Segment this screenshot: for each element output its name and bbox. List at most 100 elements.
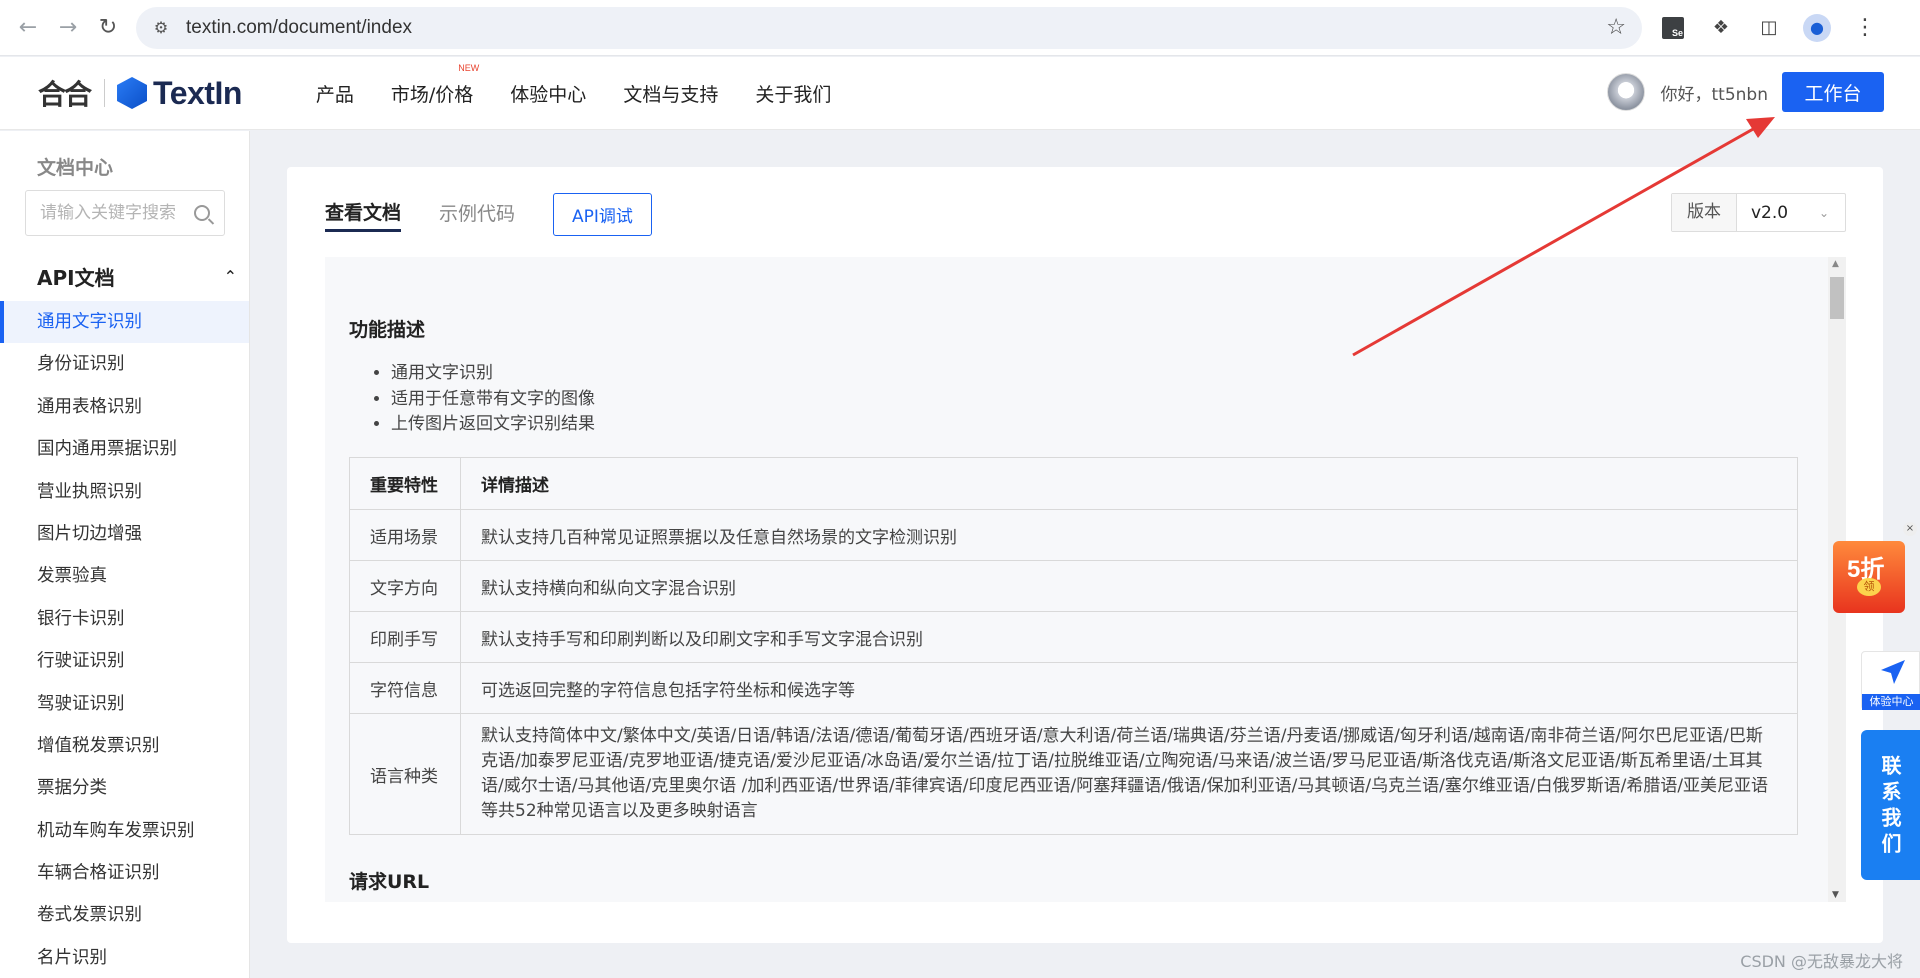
contact-us-label: 联系我们 bbox=[1878, 755, 1902, 859]
nav-item-docs-support[interactable]: 文档与支持 bbox=[623, 80, 718, 107]
discount-promo[interactable]: 5折 领 × bbox=[1833, 522, 1917, 613]
scroll-thumb[interactable] bbox=[1830, 277, 1844, 319]
list-item: 适用于任意带有文字的图像 bbox=[391, 387, 595, 413]
forward-arrow-icon[interactable]: → bbox=[48, 8, 88, 48]
extensions-puzzle-icon[interactable]: ❖ bbox=[1704, 11, 1738, 45]
search-icon[interactable] bbox=[194, 205, 210, 221]
sidebar-item-invoice-verify[interactable]: 发票验真 bbox=[0, 555, 249, 597]
sidebar: 文档中心 API文档 ⌃ 通用文字识别 身份证识别 通用表格识别 国内通用票据识… bbox=[0, 131, 250, 978]
nav-item-market-price[interactable]: 市场/价格 NEW bbox=[391, 63, 479, 107]
address-bar[interactable]: ⚙ textin.com/document/index ☆ bbox=[136, 6, 1642, 49]
sidebar-search bbox=[25, 190, 225, 236]
doc-content: 功能描述 通用文字识别 适用于任意带有文字的图像 上传图片返回文字识别结果 重要… bbox=[325, 257, 1846, 902]
reload-icon[interactable]: ↻ bbox=[88, 8, 128, 48]
api-docs-section-header[interactable]: API文档 ⌃ bbox=[37, 262, 237, 291]
table-row: 字符信息 可选返回完整的字符信息包括字符坐标和候选字等 bbox=[349, 662, 1798, 714]
table-cell: 字符信息 bbox=[349, 662, 461, 714]
sidebar-item-domestic-receipt[interactable]: 国内通用票据识别 bbox=[0, 428, 249, 470]
tab-sample-code[interactable]: 示例代码 bbox=[439, 199, 515, 230]
spec-table: 重要特性 详情描述 适用场景 默认支持几百种常见证照票据以及任意自然场景的文字检… bbox=[349, 457, 1798, 835]
site-settings-icon[interactable]: ⚙ bbox=[150, 17, 172, 39]
sidebar-item-vat-invoice[interactable]: 增值税发票识别 bbox=[0, 725, 249, 767]
main-content-card: 查看文档 示例代码 API调试 版本 v2.0 ⌄ 功能描述 通用文字识别 适用… bbox=[287, 167, 1883, 943]
list-item: 通用文字识别 bbox=[391, 361, 595, 387]
logo-divider bbox=[104, 79, 106, 107]
nav-item-about-us[interactable]: 关于我们 bbox=[755, 80, 831, 107]
table-header-detail: 详情描述 bbox=[460, 457, 1798, 510]
api-debug-button[interactable]: API调试 bbox=[553, 193, 652, 236]
table-cell: 印刷手写 bbox=[349, 611, 461, 663]
sidebar-item-car-purchase-invoice[interactable]: 机动车购车发票识别 bbox=[0, 810, 249, 852]
sidebar-item-image-crop[interactable]: 图片切边增强 bbox=[0, 513, 249, 555]
sidebar-item-vehicle-certificate[interactable]: 车辆合格证识别 bbox=[0, 852, 249, 894]
version-select[interactable]: 版本 v2.0 ⌄ bbox=[1671, 193, 1846, 232]
browser-toolbar: ← → ↻ ⚙ textin.com/document/index ☆ Se ❖… bbox=[0, 0, 1920, 56]
profile-icon[interactable]: ● bbox=[1800, 11, 1834, 45]
search-input[interactable] bbox=[40, 203, 194, 223]
promo-coin-icon: 领 bbox=[1857, 578, 1881, 596]
tab-view-docs[interactable]: 查看文档 bbox=[325, 198, 402, 232]
section-title-request-url: 请求URL bbox=[349, 871, 430, 893]
sidebar-item-business-license[interactable]: 营业执照识别 bbox=[0, 471, 249, 513]
main-nav: 产品 市场/价格 NEW 体验中心 文档与支持 关于我们 bbox=[316, 63, 868, 107]
table-cell: 语言种类 bbox=[349, 713, 461, 835]
bookmark-star-icon[interactable]: ☆ bbox=[1606, 15, 1626, 40]
api-docs-label: API文档 bbox=[37, 266, 115, 290]
doc-tabs: 查看文档 示例代码 API调试 bbox=[325, 193, 652, 236]
version-label: 版本 bbox=[1672, 194, 1737, 231]
sidebar-item-general-ocr[interactable]: 通用文字识别 bbox=[0, 301, 249, 344]
url-text[interactable]: textin.com/document/index bbox=[186, 17, 1606, 39]
sidebar-item-receipt-classify[interactable]: 票据分类 bbox=[0, 767, 249, 809]
chevron-up-icon[interactable]: ⌃ bbox=[224, 267, 237, 286]
hehe-logo-icon[interactable]: 合合 bbox=[38, 73, 92, 113]
workbench-button[interactable]: 工作台 bbox=[1782, 72, 1884, 112]
feature-list: 通用文字识别 适用于任意带有文字的图像 上传图片返回文字识别结果 bbox=[375, 361, 595, 438]
table-header-row: 重要特性 详情描述 bbox=[349, 457, 1798, 510]
user-greeting: 你好，tt5nbn bbox=[1660, 84, 1769, 105]
close-icon[interactable]: × bbox=[1903, 522, 1917, 536]
contact-us-button[interactable]: 联系我们 bbox=[1861, 730, 1920, 880]
sidebar-item-table[interactable]: 通用表格识别 bbox=[0, 386, 249, 428]
avatar[interactable] bbox=[1606, 73, 1645, 111]
promo-card[interactable]: 5折 领 bbox=[1833, 541, 1905, 613]
table-row: 适用场景 默认支持几百种常见证照票据以及任意自然场景的文字检测识别 bbox=[349, 509, 1798, 561]
nav-item-experience-center[interactable]: 体验中心 bbox=[510, 80, 586, 107]
sidebar-title: 文档中心 bbox=[37, 157, 114, 179]
list-item: 上传图片返回文字识别结果 bbox=[391, 412, 595, 438]
user-area: 你好，tt5nbn 工作台 bbox=[1606, 72, 1884, 112]
table-row: 语言种类 默认支持简体中文/繁体中文/英语/日语/韩语/法语/德语/葡萄牙语/西… bbox=[349, 713, 1798, 835]
nav-item-product[interactable]: 产品 bbox=[316, 80, 354, 107]
browser-menu-icon[interactable]: ⋮ bbox=[1848, 11, 1882, 45]
selenium-extension-icon[interactable]: Se bbox=[1656, 11, 1690, 45]
sidebar-item-roll-invoice[interactable]: 卷式发票识别 bbox=[0, 894, 249, 936]
paper-plane-icon bbox=[1881, 660, 1905, 684]
sidebar-item-bank-card[interactable]: 银行卡识别 bbox=[0, 598, 249, 640]
back-arrow-icon[interactable]: ← bbox=[8, 8, 48, 48]
table-cell: 默认支持手写和印刷判断以及印刷文字和手写文字混合识别 bbox=[460, 611, 1798, 663]
side-panel-icon[interactable]: ◫ bbox=[1752, 11, 1786, 45]
version-value[interactable]: v2.0 bbox=[1737, 203, 1819, 223]
table-cell: 默认支持横向和纵向文字混合识别 bbox=[460, 560, 1798, 612]
experience-center-widget[interactable]: 体验中心 bbox=[1861, 651, 1920, 710]
table-header-feature: 重要特性 bbox=[349, 457, 461, 510]
textin-logo-text: TextIn bbox=[153, 74, 242, 111]
sidebar-item-business-card[interactable]: 名片识别 bbox=[0, 937, 249, 978]
table-cell: 文字方向 bbox=[349, 560, 461, 612]
new-badge: NEW bbox=[458, 62, 480, 73]
chevron-down-icon[interactable]: ⌄ bbox=[1819, 206, 1845, 220]
table-row: 印刷手写 默认支持手写和印刷判断以及印刷文字和手写文字混合识别 bbox=[349, 611, 1798, 663]
table-cell: 默认支持简体中文/繁体中文/英语/日语/韩语/法语/德语/葡萄牙语/西班牙语/意… bbox=[460, 713, 1798, 835]
experience-center-label: 体验中心 bbox=[1862, 694, 1920, 710]
sidebar-item-vehicle-license[interactable]: 行驶证识别 bbox=[0, 640, 249, 682]
textin-cube-icon bbox=[117, 77, 148, 109]
textin-logo[interactable]: TextIn bbox=[117, 75, 242, 112]
sidebar-item-id-card[interactable]: 身份证识别 bbox=[0, 343, 249, 385]
sidebar-list: 通用文字识别 身份证识别 通用表格识别 国内通用票据识别 营业执照识别 图片切边… bbox=[0, 301, 249, 978]
sidebar-item-driver-license[interactable]: 驾驶证识别 bbox=[0, 683, 249, 725]
table-cell: 默认支持几百种常见证照票据以及任意自然场景的文字检测识别 bbox=[460, 509, 1798, 561]
scroll-down-arrow-icon[interactable]: ▼ bbox=[1832, 890, 1839, 900]
section-title-function: 功能描述 bbox=[349, 319, 426, 341]
table-cell: 适用场景 bbox=[349, 509, 461, 561]
scroll-up-arrow-icon[interactable]: ▲ bbox=[1832, 259, 1839, 269]
watermark: CSDN @无敌暴龙大将 bbox=[1740, 952, 1903, 971]
